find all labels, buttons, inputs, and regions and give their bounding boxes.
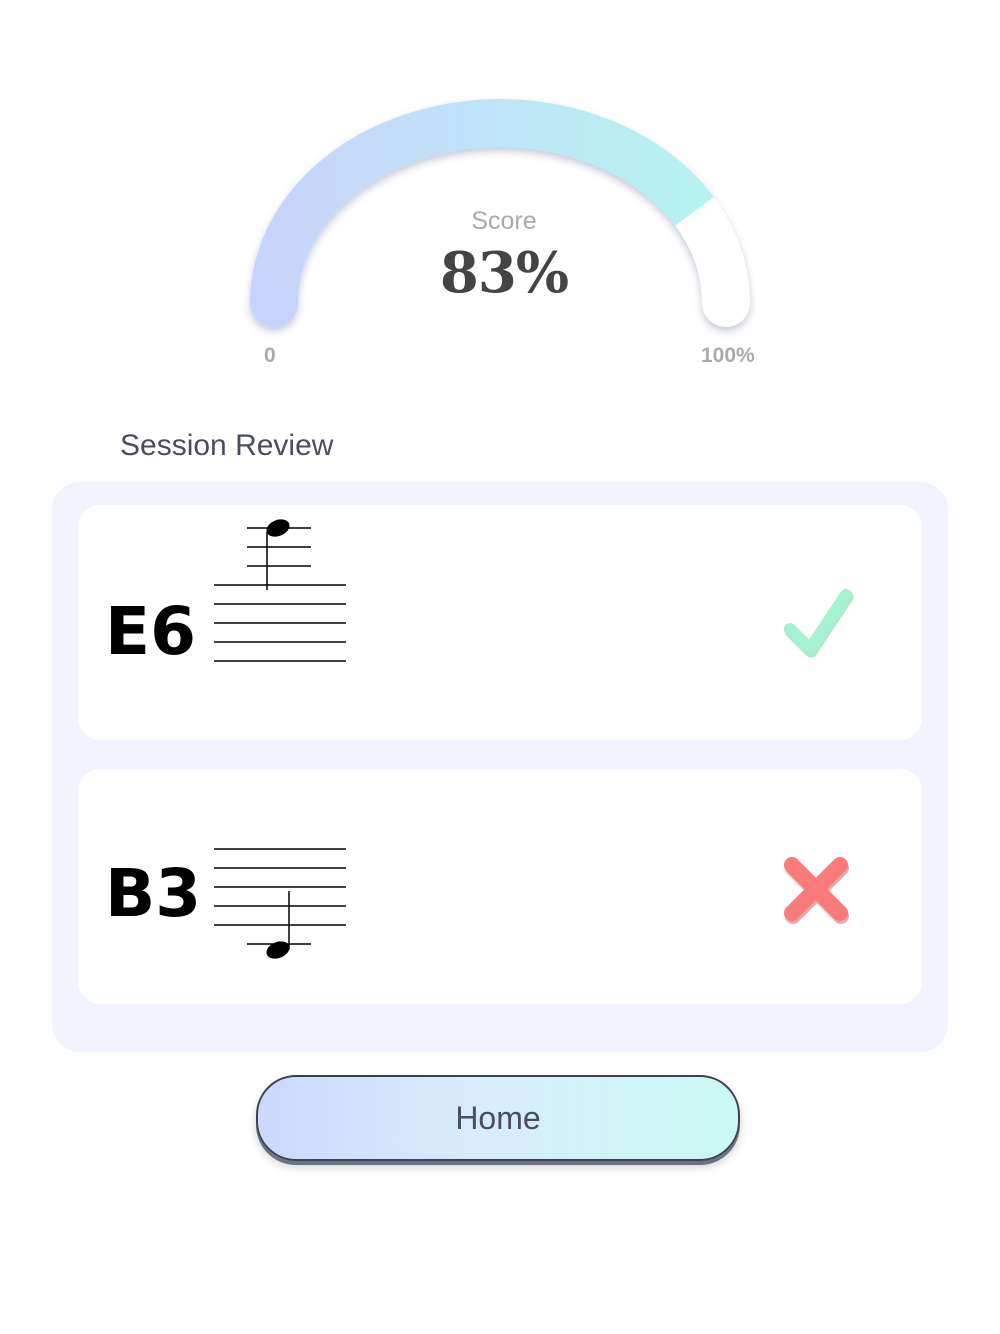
note-name: E6 xyxy=(105,593,197,670)
gauge-fill-cap xyxy=(250,279,298,327)
home-button[interactable]: Home xyxy=(256,1075,740,1161)
music-staff xyxy=(214,519,346,662)
session-review-title: Session Review xyxy=(120,429,334,462)
music-staff xyxy=(214,848,346,959)
gauge-min-label: 0 xyxy=(264,344,276,367)
review-item: E6 xyxy=(78,505,922,740)
check-icon xyxy=(784,589,854,658)
gauge-max-label: 100% xyxy=(701,344,755,367)
review-item: B3 xyxy=(78,769,922,1004)
cross-icon xyxy=(784,857,849,924)
note-name: B3 xyxy=(105,855,202,932)
note-head xyxy=(266,519,290,537)
score-label: Score xyxy=(471,207,537,235)
note-head xyxy=(266,941,290,959)
score-gauge xyxy=(250,99,750,327)
score-value: 83% xyxy=(439,240,569,306)
session-review-panel: E6 B3 xyxy=(52,482,948,1052)
